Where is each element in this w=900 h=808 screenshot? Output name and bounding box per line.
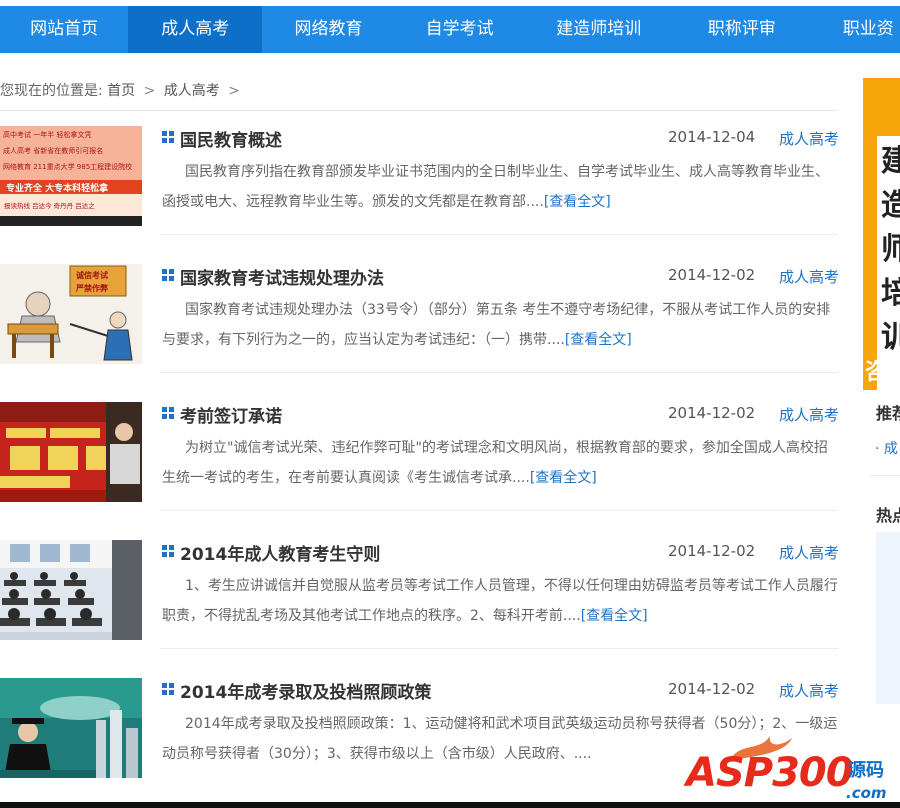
read-more-link[interactable]: [查看全文] [581,608,648,624]
breadcrumb-home-link[interactable]: 首页 [107,83,135,99]
page: 网站首页 成人高考 网络教育 自学考试 建造师培训 职称评审 职业资 您现在的位… [0,0,900,808]
article-summary-text: 国民教育序列指在教育部颁发毕业证书范围内的全日制毕业生、自学考试毕业生、成人高等… [162,164,829,210]
thumb-text-line: 网络教育 211重点大学 985工程建设院校 [3,162,132,171]
article-divider [160,372,838,373]
article-summary: 1、考生应讲诚信并自觉服从监考员等考试工作人员管理，不得以任何理由妨碍监考员等考… [162,571,838,631]
thumb-text-line: 报读热线 吕达今 奇丹丹 吕达之 [4,201,95,210]
read-more-link[interactable]: [查看全文] [544,194,611,210]
article-date: 2014-12-02 [668,404,756,422]
grid-bullet-icon [162,545,174,557]
nav-item-self-study-exam[interactable]: 自学考试 [395,6,525,53]
watermark-cn-text: 源码 [848,760,884,781]
article-title[interactable]: 国民教育概述 [180,126,282,151]
ad-consult-label: 咨询 [865,360,900,385]
article-summary: 为树立"诚信考试光荣、违纪作弊可耻"的考试理念和文明风尚，根据教育部的要求，参加… [162,433,838,493]
sidebar-hot-title: 热点 [876,506,900,525]
thumb-text-line: 专业齐全 大专本科轻松拿 [6,182,109,194]
article-title[interactable]: 2014年成考录取及投档照顾政策 [180,678,431,703]
watermark-logo-text: ASP300 [686,750,854,796]
thumb-text-line: 高中考试 一年半 轻松拿文凭 [3,130,91,139]
sidebar-hot-panel [876,532,900,704]
article-item: 诚信考试 严禁作弊 国家教育考试违规处理办法 2014-12-02 成人高考 国… [0,264,840,373]
breadcrumb-separator: > [143,83,156,99]
article-summary-text: 为树立"诚信考试光荣、违纪作弊可耻"的考试理念和文明风尚，根据教育部的要求，参加… [162,440,828,486]
article-divider [160,648,838,649]
top-navigation: 网站首页 成人高考 网络教育 自学考试 建造师培训 职称评审 职业资 [0,6,900,53]
article-title[interactable]: 考前签订承诺 [180,402,282,427]
sidebar-divider [870,475,900,476]
nav-item-vocational[interactable]: 职业资 [811,6,900,53]
breadcrumb-current-link[interactable]: 成人高考 [164,83,220,99]
article-category-link[interactable]: 成人高考 [779,404,839,425]
breadcrumb-divider [0,110,838,111]
nav-item-title-review[interactable]: 职称评审 [673,6,811,53]
thumb-text-line: 严禁作弊 [75,283,109,293]
thumb-text-line: 诚信考试 [76,270,108,280]
article-thumbnail[interactable]: 高中考试 一年半 轻松拿文凭 成人高考 省新省在教师引可报名 网络教育 211重… [0,126,142,226]
article-item: 2014年成人教育考生守则 2014-12-02 成人高考 1、考生应讲诚信并自… [0,540,840,649]
asp300-watermark-logo: ASP300 源码 .com [680,732,900,808]
article-date: 2014-12-02 [668,266,756,284]
article-category-link[interactable]: 成人高考 [779,542,839,563]
watermark-com-text: .com [846,784,887,802]
breadcrumb-separator: > [228,83,240,99]
article-date: 2014-12-02 [668,542,756,560]
article-summary-text: 1、考生应讲诚信并自觉服从监考员等考试工作人员管理，不得以任何理由妨碍监考员等考… [162,578,838,624]
article-thumbnail[interactable] [0,540,142,640]
article-thumbnail[interactable] [0,402,142,502]
nav-item-online-education[interactable]: 网络教育 [262,6,394,53]
bottom-edge-bar [0,802,900,808]
sidebar-recommend-link[interactable]: · 成 [875,438,898,458]
article-category-link[interactable]: 成人高考 [779,680,839,701]
article-date: 2014-12-04 [668,128,756,146]
read-more-link[interactable]: [查看全文] [530,470,597,486]
article-thumbnail[interactable]: 诚信考试 严禁作弊 [0,264,142,364]
article-category-link[interactable]: 成人高考 [779,266,839,287]
constructor-training-ad-banner[interactable]: 建造师培训 咨询 [863,78,900,390]
ad-vertical-text: 建造师培训 [881,140,900,360]
article-thumbnail[interactable] [0,678,142,778]
grid-bullet-icon [162,269,174,281]
sidebar-recommend-title: 推荐 [876,404,900,423]
article-summary: 国民教育序列指在教育部颁发毕业证书范围内的全日制毕业生、自学考试毕业生、成人高等… [162,157,838,217]
article-item: 高中考试 一年半 轻松拿文凭 成人高考 省新省在教师引可报名 网络教育 211重… [0,126,840,235]
article-title[interactable]: 国家教育考试违规处理办法 [180,264,384,289]
article-summary-text: 国家教育考试违规处理办法（33号令）（部分）第五条 考生不遵守考场纪律，不服从考… [162,302,831,348]
breadcrumb: 您现在的位置是: 首页 > 成人高考 > [0,80,244,102]
article-date: 2014-12-02 [668,680,756,698]
read-more-link[interactable]: [查看全文] [565,332,632,348]
nav-item-constructor-training[interactable]: 建造师培训 [525,6,673,53]
nav-item-adult-exam[interactable]: 成人高考 [128,6,263,53]
grid-bullet-icon [162,683,174,695]
article-divider [160,234,838,235]
article-title[interactable]: 2014年成人教育考生守则 [180,540,380,565]
nav-item-home[interactable]: 网站首页 [0,6,128,53]
article-divider [160,510,838,511]
grid-bullet-icon [162,407,174,419]
thumb-text-line: 成人高考 省新省在教师引可报名 [3,146,103,155]
article-summary: 国家教育考试违规处理办法（33号令）（部分）第五条 考生不遵守考场纪律，不服从考… [162,295,838,355]
grid-bullet-icon [162,131,174,143]
breadcrumb-prefix: 您现在的位置是: [0,83,103,99]
ad-text: 建造师培训 [881,144,900,355]
article-category-link[interactable]: 成人高考 [779,128,839,149]
article-item: 考前签订承诺 2014-12-02 成人高考 为树立"诚信考试光荣、违纪作弊可耻… [0,402,840,511]
